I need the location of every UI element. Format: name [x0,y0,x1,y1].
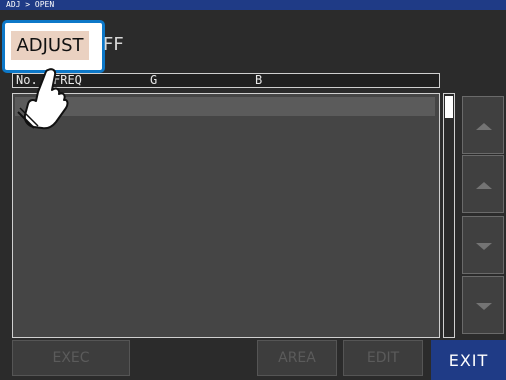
adjust-button[interactable]: ADJUST [9,29,91,62]
triangle-down-icon [476,303,492,310]
triangle-up-icon [476,182,492,189]
title-bar: ADJ > OPEN [0,0,506,10]
scrollbar-thumb[interactable] [445,96,453,118]
column-header-g: G [150,73,158,87]
exit-button[interactable]: EXIT [431,340,506,380]
triangle-down-icon [476,243,492,250]
data-list[interactable] [12,93,440,338]
breadcrumb: ADJ > OPEN [6,0,55,9]
triangle-up-icon [476,123,492,130]
pointing-hand-icon [17,68,69,130]
edit-button[interactable]: EDIT [343,340,423,376]
scroll-up-button[interactable] [462,155,504,213]
table-header: No. FREQ G B [12,73,440,88]
exec-button[interactable]: EXEC [12,340,130,376]
scroll-down-button[interactable] [462,216,504,274]
scroll-page-down-button[interactable] [462,276,504,334]
list-row-selected[interactable] [15,97,435,116]
scrollbar[interactable] [443,93,455,338]
adjust-status-text: FF [103,34,124,55]
column-header-b: B [255,73,263,87]
area-button[interactable]: AREA [257,340,337,376]
scroll-page-up-button[interactable] [462,96,504,154]
